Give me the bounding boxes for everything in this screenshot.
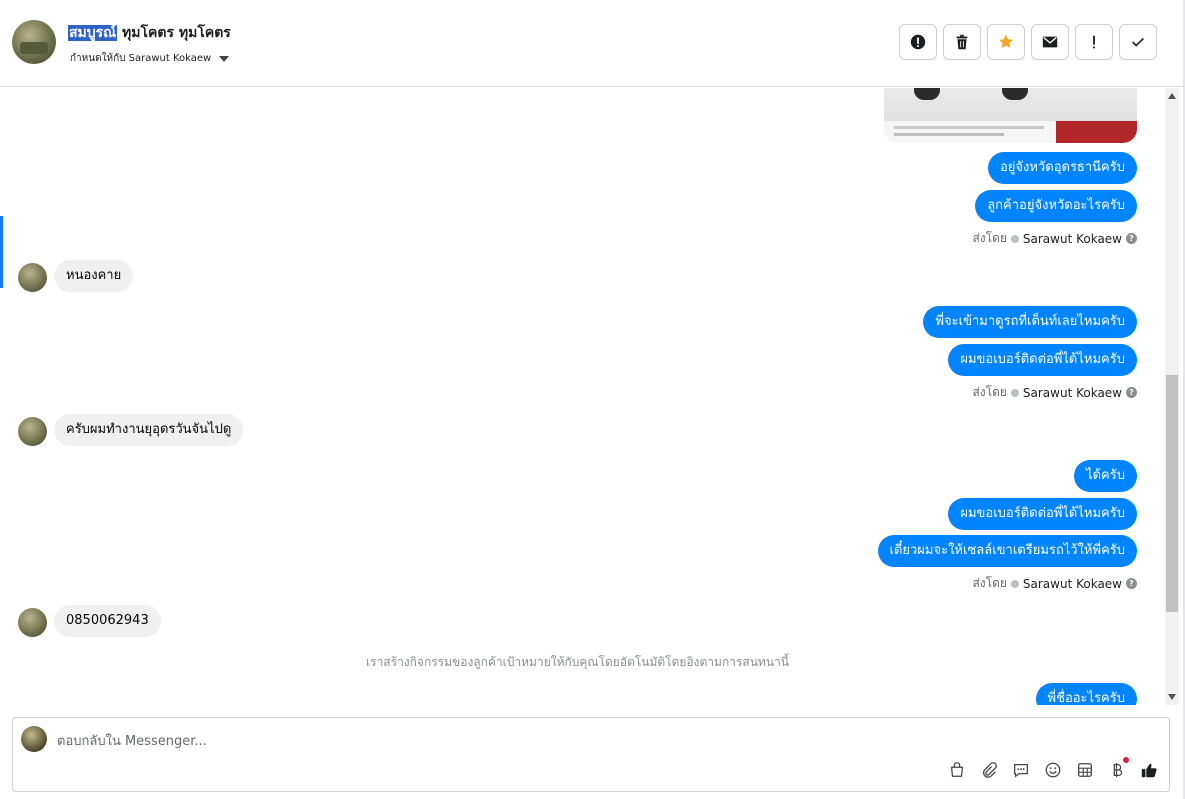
thumbs-up-icon (1141, 763, 1157, 778)
sent-by-label: ส่งโดย Sarawut Kokaew ? (972, 229, 1137, 248)
report-button[interactable] (899, 24, 937, 60)
notification-dot (1123, 757, 1129, 763)
incoming-message[interactable]: ครับผมทำงานยุอุดรวันจันไปดู (54, 414, 244, 446)
header-actions (899, 24, 1157, 60)
system-note: เราสร้างกิจกรรมของลูกค้าเป้าหมายให้กับคุ… (366, 655, 789, 669)
sent-by-prefix: ส่งโดย (972, 385, 1007, 399)
spam-button[interactable] (1075, 24, 1113, 60)
contact-name[interactable]: สมบูรณ์ ทุมโคตร ทุมโคตร (68, 22, 231, 44)
sent-by-prefix: ส่งโดย (972, 576, 1007, 590)
inbox-conversation: สมบูรณ์ ทุมโคตร ทุมโคตร กำหนดให้กับ Sara… (0, 0, 1185, 799)
baht-icon (1113, 762, 1123, 778)
scroll-down-icon[interactable] (1168, 694, 1176, 700)
help-icon[interactable]: ? (1126, 387, 1137, 398)
caret-down-icon (219, 55, 230, 62)
mark-unread-button[interactable] (1031, 24, 1069, 60)
incoming-message[interactable]: หนองคาย (54, 260, 134, 292)
verified-icon (1010, 234, 1019, 243)
incoming-message[interactable]: 0850062943 (54, 605, 161, 637)
outgoing-message[interactable]: ผมขอเบอร์ติดต่อพี่ได้ไหมครับ (948, 498, 1137, 530)
attach-button[interactable] (979, 760, 999, 780)
outgoing-message[interactable]: ผมขอเบอร์ติดต่อพี่ได้ไหมครับ (948, 344, 1137, 376)
chat-bubble-icon (1014, 763, 1028, 778)
page-avatar (21, 726, 47, 752)
contact-avatar-small[interactable] (18, 608, 47, 637)
alert-circle-icon (910, 34, 926, 50)
sent-by-label: ส่งโดย Sarawut Kokaew ? (972, 574, 1137, 593)
shopping-bag-icon (950, 762, 964, 777)
image-attachment[interactable] (884, 88, 1137, 143)
help-icon[interactable]: ? (1126, 233, 1137, 244)
scroll-up-icon[interactable] (1168, 93, 1176, 99)
contact-avatar-small[interactable] (18, 263, 47, 292)
image-detail (914, 88, 940, 100)
payment-button[interactable] (1107, 757, 1129, 780)
star-button[interactable] (987, 24, 1025, 60)
outgoing-message[interactable]: ลูกค้าอยู่จังหวัดอะไรครับ (975, 190, 1137, 222)
outgoing-message[interactable]: พี่จะเข้ามาดูรถที่เต็นท์เลยไหมครับ (923, 306, 1137, 338)
help-icon[interactable]: ? (1126, 578, 1137, 589)
thread-scrollbar[interactable] (1165, 88, 1179, 705)
active-indicator (0, 216, 3, 288)
contact-avatar[interactable] (12, 20, 56, 64)
outgoing-message[interactable]: อยู่จังหวัดอุดรธานีครับ (988, 152, 1137, 184)
contact-name-selected: สมบูรณ์ (68, 25, 118, 41)
assign-label: กำหนดให้กับ Sarawut Kokaew (70, 53, 212, 64)
delete-button[interactable] (943, 24, 981, 60)
mark-done-button[interactable] (1119, 24, 1157, 60)
verified-icon (1010, 579, 1019, 588)
star-icon (998, 34, 1014, 49)
image-banner (884, 121, 1137, 143)
contact-name-rest: ทุมโคตร ทุมโคตร (117, 25, 231, 41)
table-icon (1078, 763, 1092, 777)
image-detail (1002, 88, 1028, 100)
sent-by-label: ส่งโดย Sarawut Kokaew ? (972, 383, 1137, 402)
outgoing-message[interactable]: ได้ครับ (1074, 460, 1137, 492)
reply-composer (12, 717, 1170, 792)
outgoing-message[interactable]: เดี๋ยวผมจะให้เซลล์เขาเตรียมรถไว้ให้พี่คร… (877, 535, 1137, 567)
sent-by-prefix: ส่งโดย (972, 231, 1007, 245)
sent-by-agent: Sarawut Kokaew (1022, 385, 1122, 400)
sent-by-agent: Sarawut Kokaew (1022, 576, 1122, 591)
message-thread[interactable]: อยู่จังหวัดอุดรธานีครับ ลูกค้าอยู่จังหวั… (0, 88, 1165, 705)
emoji-icon (1045, 762, 1061, 778)
composer-tools (947, 757, 1159, 780)
check-icon (1132, 37, 1144, 47)
outgoing-message[interactable]: พี่ชื่ออะไรครับ (1035, 683, 1137, 705)
sent-by-agent: Sarawut Kokaew (1022, 231, 1122, 246)
mail-icon (1042, 36, 1058, 48)
paperclip-icon (982, 762, 997, 778)
exclamation-icon (1093, 35, 1095, 49)
like-button[interactable] (1139, 760, 1159, 780)
verified-icon (1010, 388, 1019, 397)
scroll-thumb[interactable] (1166, 375, 1178, 612)
conversation-header: สมบูรณ์ ทุมโคตร ทุมโคตร กำหนดให้กับ Sara… (0, 0, 1185, 87)
reply-input[interactable] (57, 730, 757, 752)
assign-dropdown[interactable]: กำหนดให้กับ Sarawut Kokaew (70, 51, 230, 66)
trash-icon (956, 34, 968, 50)
contact-avatar-small[interactable] (18, 417, 47, 446)
saved-reply-button[interactable] (1011, 760, 1031, 780)
emoji-button[interactable] (1043, 760, 1063, 780)
appointment-button[interactable] (1075, 760, 1095, 780)
shop-button[interactable] (947, 760, 967, 780)
